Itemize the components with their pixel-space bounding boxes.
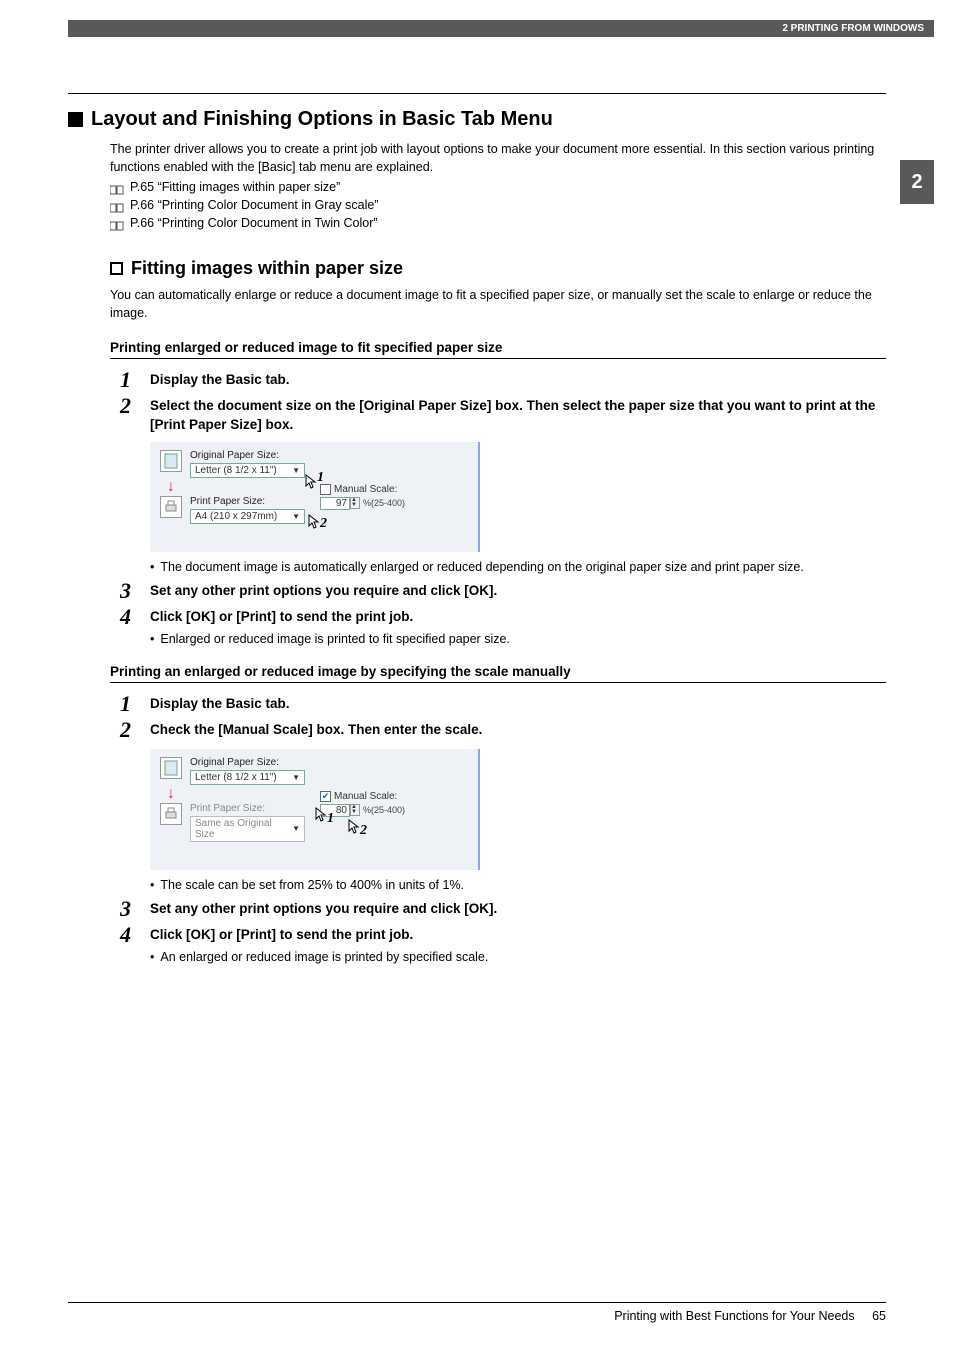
h2-bullet-icon bbox=[110, 262, 123, 275]
footer-text: Printing with Best Functions for Your Ne… bbox=[614, 1309, 854, 1323]
page-icon bbox=[160, 450, 182, 472]
xref-text: P.66 “Printing Color Document in Twin Co… bbox=[130, 214, 378, 232]
page-number: 65 bbox=[872, 1309, 886, 1323]
callout-number: 2 bbox=[320, 516, 327, 532]
print-size-value: Same as Original Size bbox=[195, 818, 292, 840]
step-note: An enlarged or reduced image is printed … bbox=[160, 950, 488, 964]
h1-bullet-icon bbox=[68, 112, 83, 127]
print-size-select: Same as Original Size▼ bbox=[190, 816, 305, 842]
original-size-value: Letter (8 1/2 x 11") bbox=[195, 772, 277, 783]
chevron-down-icon: ▼ bbox=[292, 824, 300, 833]
section-heading: Fitting images within paper size bbox=[131, 258, 403, 279]
manual-scale-checkbox[interactable]: ✔ bbox=[320, 791, 331, 802]
print-size-select[interactable]: A4 (210 x 297mm) ▼ bbox=[190, 509, 305, 524]
header-breadcrumb: 2 PRINTING FROM WINDOWS bbox=[68, 20, 934, 37]
step-number: 4 bbox=[120, 606, 150, 628]
scale-range-label: %(25-400) bbox=[363, 498, 405, 508]
down-arrow-icon: ↓ bbox=[160, 785, 182, 803]
chevron-down-icon: ▼ bbox=[292, 512, 300, 521]
callout-number: 1 bbox=[317, 470, 324, 486]
bullet-icon: • bbox=[150, 950, 154, 964]
intro-text: The printer driver allows you to create … bbox=[110, 141, 886, 176]
screenshot-b: Original Paper Size: Letter (8 1/2 x 11"… bbox=[150, 749, 886, 870]
screenshot-a: Original Paper Size: Letter (8 1/2 x 11"… bbox=[150, 442, 886, 552]
step-number: 1 bbox=[120, 369, 150, 391]
print-size-value: A4 (210 x 297mm) bbox=[195, 511, 277, 522]
chevron-down-icon: ▼ bbox=[292, 773, 300, 782]
step-number: 3 bbox=[120, 580, 150, 602]
callout-number: 1 bbox=[327, 811, 334, 827]
cursor-icon: 2 bbox=[308, 514, 322, 533]
step-note: The scale can be set from 25% to 400% in… bbox=[160, 878, 464, 892]
step-text: Check the [Manual Scale] box. Then enter… bbox=[150, 719, 886, 741]
section-body: You can automatically enlarge or reduce … bbox=[110, 287, 886, 322]
step-text: Click [OK] or [Print] to send the print … bbox=[150, 606, 886, 628]
step-number: 1 bbox=[120, 693, 150, 715]
bullet-icon: • bbox=[150, 632, 154, 646]
step-text: Set any other print options you require … bbox=[150, 580, 886, 602]
subsection-heading: Printing an enlarged or reduced image by… bbox=[110, 664, 886, 683]
printer-icon bbox=[160, 803, 182, 825]
subsection-heading: Printing enlarged or reduced image to fi… bbox=[110, 340, 886, 359]
original-size-value: Letter (8 1/2 x 11") bbox=[195, 465, 277, 476]
step-number: 2 bbox=[120, 395, 150, 433]
cursor-icon: 1 bbox=[305, 474, 319, 493]
step-text: Display the Basic tab. bbox=[150, 693, 886, 715]
xref-text: P.65 “Fitting images within paper size” bbox=[130, 178, 340, 196]
manual-scale-label: Manual Scale: bbox=[334, 484, 397, 495]
step-text: Display the Basic tab. bbox=[150, 369, 886, 391]
scale-value-input[interactable]: 97 bbox=[320, 497, 350, 510]
step-text: Set any other print options you require … bbox=[150, 898, 886, 920]
chapter-tab: 2 bbox=[900, 160, 934, 204]
page-icon bbox=[160, 757, 182, 779]
step-number: 3 bbox=[120, 898, 150, 920]
original-size-label: Original Paper Size: bbox=[190, 450, 468, 461]
original-size-select[interactable]: Letter (8 1/2 x 11") ▼ bbox=[190, 463, 305, 478]
xref-text: P.66 “Printing Color Document in Gray sc… bbox=[130, 196, 379, 214]
xref-link[interactable]: P.66 “Printing Color Document in Twin Co… bbox=[110, 214, 886, 232]
book-icon bbox=[110, 182, 124, 192]
original-size-label: Original Paper Size: bbox=[190, 757, 468, 768]
down-arrow-icon: ↓ bbox=[160, 478, 182, 496]
printer-icon bbox=[160, 496, 182, 518]
scale-spinner[interactable]: ▲▼ bbox=[350, 497, 360, 509]
top-rule bbox=[68, 93, 886, 94]
callout-number: 2 bbox=[360, 823, 367, 839]
step-number: 4 bbox=[120, 924, 150, 946]
step-text: Select the document size on the [Origina… bbox=[150, 395, 886, 433]
cursor-icon: 1 bbox=[315, 807, 329, 826]
xref-link[interactable]: P.65 “Fitting images within paper size” bbox=[110, 178, 886, 196]
book-icon bbox=[110, 200, 124, 210]
chevron-down-icon: ▼ bbox=[292, 466, 300, 475]
step-note: The document image is automatically enla… bbox=[160, 560, 803, 574]
step-text: Click [OK] or [Print] to send the print … bbox=[150, 924, 886, 946]
bullet-icon: • bbox=[150, 560, 154, 574]
scale-range-label: %(25-400) bbox=[363, 805, 405, 815]
manual-scale-label: Manual Scale: bbox=[334, 791, 397, 802]
step-note: Enlarged or reduced image is printed to … bbox=[160, 632, 510, 646]
xref-link[interactable]: P.66 “Printing Color Document in Gray sc… bbox=[110, 196, 886, 214]
step-number: 2 bbox=[120, 719, 150, 741]
original-size-select[interactable]: Letter (8 1/2 x 11") ▼ bbox=[190, 770, 305, 785]
bullet-icon: • bbox=[150, 878, 154, 892]
scale-spinner[interactable]: ▲▼ bbox=[350, 804, 360, 816]
page-title: Layout and Finishing Options in Basic Ta… bbox=[91, 108, 553, 131]
cursor-icon: 2 bbox=[348, 819, 362, 838]
book-icon bbox=[110, 218, 124, 228]
